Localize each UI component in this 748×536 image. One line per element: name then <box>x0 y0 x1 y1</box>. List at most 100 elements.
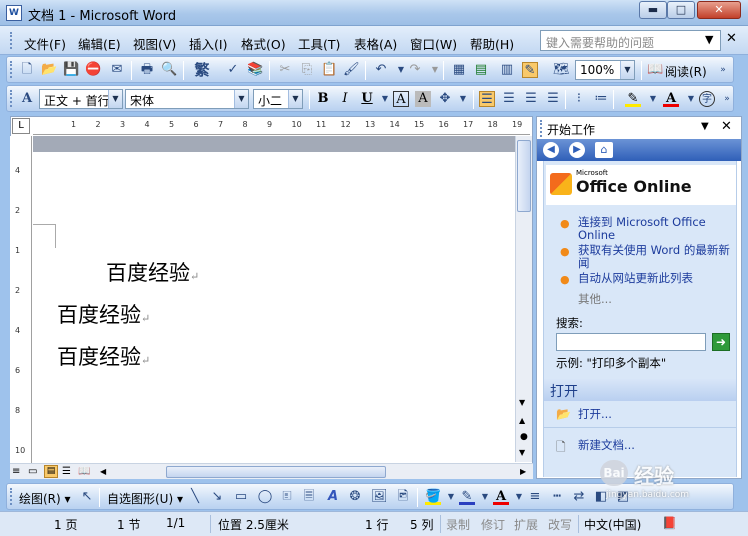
minimize-button[interactable]: ▬ <box>639 1 667 19</box>
font-select[interactable]: 宋体 ▼ <box>125 89 249 109</box>
chevron-down-icon[interactable]: ▼ <box>620 61 634 79</box>
read-mode-icon[interactable]: 📖 <box>647 62 663 78</box>
word-app-icon[interactable]: W <box>6 5 22 21</box>
clipart-icon[interactable]: 🖼 <box>371 489 388 505</box>
menu-file[interactable]: 文件(F) <box>24 34 66 53</box>
doc-line-2[interactable]: 百度经验↵ <box>57 299 150 329</box>
traditional-chinese-icon[interactable]: 繁 <box>191 62 213 78</box>
toolbar-grip[interactable] <box>10 488 13 505</box>
highlight-icon[interactable]: ✎ <box>625 91 641 107</box>
prev-page-icon[interactable]: ▲ <box>519 416 525 425</box>
link-latest-news[interactable]: 获取有关使用 Word 的最新新闻 <box>578 244 736 270</box>
redo-icon[interactable]: ↷ <box>407 62 423 78</box>
help-dropdown-icon[interactable]: ▼ <box>705 33 713 46</box>
rectangle-icon[interactable]: ▭ <box>233 489 249 505</box>
autoshapes-menu-button[interactable]: 自选图形(U) ▾ <box>107 490 183 507</box>
numbering-icon[interactable]: ⁝ <box>571 91 587 107</box>
menu-tools[interactable]: 工具(T) <box>298 34 340 53</box>
styles-formatting-icon[interactable]: A <box>19 91 35 107</box>
print-icon[interactable]: 🖶 <box>139 62 155 78</box>
menu-table[interactable]: 表格(A) <box>354 34 397 53</box>
redo-dropdown-icon[interactable]: ▼ <box>427 62 443 78</box>
paste-icon[interactable]: 📋 <box>321 62 337 78</box>
vertical-ruler[interactable]: 4 2 1 2 4 6 8 10 <box>10 136 32 466</box>
scroll-down-icon[interactable]: ▼ <box>519 398 525 407</box>
save-icon[interactable]: 💾 <box>63 62 79 78</box>
print-preview-icon[interactable]: 🔍 <box>161 62 177 78</box>
print-view-icon[interactable]: ▤ <box>44 465 58 478</box>
bullets-icon[interactable]: ≔ <box>593 91 609 107</box>
search-input[interactable] <box>556 333 706 351</box>
tab-selector[interactable]: L <box>12 118 30 134</box>
home-icon[interactable]: ⌂ <box>595 142 613 158</box>
toolbar-grip[interactable] <box>10 61 13 78</box>
h-scroll-thumb[interactable] <box>166 466 386 478</box>
align-left-icon[interactable]: ☰ <box>479 91 495 107</box>
spelling-status-icon[interactable]: 📕 <box>662 516 677 530</box>
arrow-icon[interactable]: ↘ <box>209 489 225 505</box>
pane-menu-icon[interactable]: ▼ <box>701 121 709 132</box>
doc-line-3[interactable]: 百度经验↵ <box>57 341 150 371</box>
chevron-down-icon[interactable]: ▼ <box>443 489 459 505</box>
chevron-down-icon[interactable]: ▼ <box>234 90 248 108</box>
toolbar-grip[interactable] <box>10 90 13 107</box>
maximize-button[interactable]: □ <box>667 1 695 19</box>
back-icon[interactable]: ◀ <box>543 142 559 158</box>
doc-line-1[interactable]: 百度经验↵ <box>106 257 199 287</box>
chevron-down-icon[interactable]: ▼ <box>477 489 493 505</box>
link-connect-office-online[interactable]: 连接到 Microsoft Office Online <box>578 216 734 242</box>
underline-button[interactable]: U <box>359 91 375 107</box>
dash-style-icon[interactable]: ┅ <box>549 489 565 505</box>
underline-dropdown-icon[interactable]: ▼ <box>377 91 393 107</box>
menu-grip[interactable] <box>10 32 13 49</box>
chevron-down-icon[interactable]: ▼ <box>288 90 302 108</box>
enclose-char-icon[interactable]: 字 <box>699 91 715 107</box>
chevron-down-icon[interactable]: ▼ <box>511 489 527 505</box>
copy-icon[interactable]: ⎘ <box>299 62 315 78</box>
menu-insert[interactable]: 插入(I) <box>189 34 227 53</box>
normal-view-icon[interactable]: ≡ <box>12 466 20 477</box>
insert-excel-icon[interactable]: ▤ <box>473 62 489 78</box>
search-go-icon[interactable]: ➜ <box>712 333 730 351</box>
menu-view[interactable]: 视图(V) <box>133 34 176 53</box>
reading-view-icon[interactable]: 📖 <box>78 466 90 477</box>
close-button[interactable]: ✕ <box>697 1 741 19</box>
status-ovr[interactable]: 改写 <box>548 516 572 533</box>
chevron-down-icon[interactable]: ▼ <box>683 91 699 107</box>
undo-icon[interactable]: ↶ <box>373 62 389 78</box>
menu-window[interactable]: 窗口(W) <box>410 34 457 53</box>
line-icon[interactable]: ╲ <box>187 489 203 505</box>
format-painter-icon[interactable]: 🖌 <box>343 62 360 78</box>
wordart-icon[interactable]: A <box>325 489 341 505</box>
char-shading-button[interactable]: A <box>415 91 431 107</box>
toolbar-options-icon[interactable]: » <box>715 62 731 78</box>
picture-icon[interactable]: 🖻 <box>395 489 411 505</box>
bold-button[interactable]: B <box>315 91 331 107</box>
font-color-icon[interactable]: A <box>493 489 509 505</box>
cut-icon[interactable]: ✂ <box>277 62 293 78</box>
scroll-thumb[interactable] <box>517 140 531 212</box>
permission-icon[interactable]: ⛔ <box>85 62 101 78</box>
vertical-textbox-icon[interactable]: 🗏 <box>301 489 317 505</box>
research-icon[interactable]: 📚 <box>247 62 263 78</box>
draw-menu-button[interactable]: 绘图(R) ▾ <box>19 490 71 507</box>
oval-icon[interactable]: ◯ <box>257 489 273 505</box>
insert-table-icon[interactable]: ▦ <box>451 62 467 78</box>
justify-icon[interactable]: ☰ <box>545 91 561 107</box>
char-scale-icon[interactable]: ✥ <box>437 91 453 107</box>
next-page-icon[interactable]: ▼ <box>519 448 525 457</box>
zoom-select[interactable]: 100% ▼ <box>575 60 635 80</box>
chevron-down-icon[interactable]: ▼ <box>108 90 122 108</box>
chevron-down-icon[interactable]: ▼ <box>645 91 661 107</box>
toolbar-options-icon[interactable]: » <box>719 91 735 107</box>
pane-grip[interactable] <box>540 120 543 137</box>
style-select[interactable]: 正文 + 首行 ▼ <box>39 89 123 109</box>
textbox-icon[interactable]: 🗉 <box>279 489 295 505</box>
menu-edit[interactable]: 编辑(E) <box>78 34 121 53</box>
link-open[interactable]: 打开... <box>578 408 612 421</box>
scroll-right-icon[interactable]: ▶ <box>520 467 526 476</box>
select-objects-icon[interactable]: ↖ <box>79 489 95 505</box>
web-view-icon[interactable]: ▭ <box>28 466 37 477</box>
menu-format[interactable]: 格式(O) <box>241 34 286 53</box>
columns-icon[interactable]: ▥ <box>499 62 515 78</box>
